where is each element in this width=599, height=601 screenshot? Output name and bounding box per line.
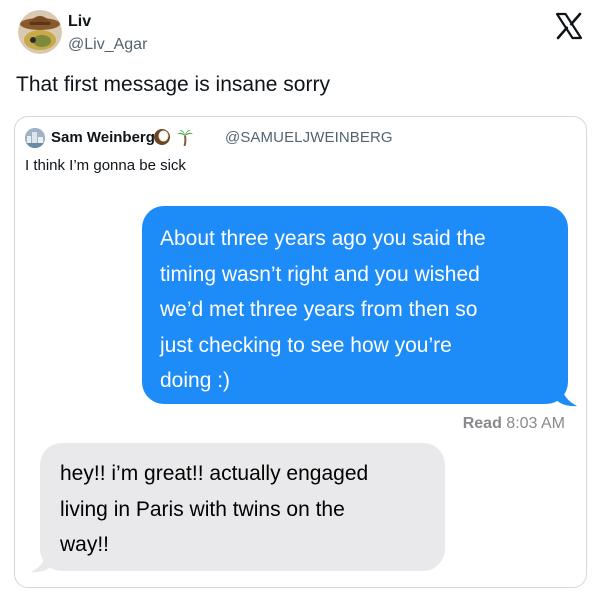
message-line: just checking to see how you’re	[160, 333, 452, 357]
sent-bubble-tail	[555, 385, 577, 407]
message-line: doing :)	[160, 369, 231, 392]
coconut-icon	[153, 128, 171, 146]
message-line: About three years ago you said the	[160, 227, 486, 250]
quoted-author-handle[interactable]: @SAMUELJWEINBERG	[225, 129, 393, 146]
quoted-author-name[interactable]: Sam Weinberg	[51, 129, 155, 146]
post-header: Liv @Liv_Agar	[14, 6, 585, 60]
read-label: Read	[462, 415, 502, 432]
palm-tree-icon	[176, 128, 194, 147]
received-message-bubble: hey!! i’m great!! actually engaged livin…	[40, 443, 445, 571]
read-time: 8:03 AM	[506, 415, 565, 432]
received-bubble-tail	[31, 551, 53, 573]
avatar[interactable]	[18, 10, 62, 54]
author-name[interactable]: Liv	[68, 13, 91, 31]
x-logo-icon[interactable]	[555, 12, 583, 40]
message-line: timing wasn’t right and you wished	[160, 262, 480, 286]
read-receipt: Read 8:03 AM	[463, 415, 565, 433]
message-line: we’d met three years from then so	[160, 298, 478, 321]
city-avatar-icon	[25, 128, 45, 148]
post-text: That first message is insane sorry	[16, 73, 330, 96]
message-line: way!!	[60, 533, 110, 556]
message-line: living in Paris with twins on the	[60, 497, 345, 521]
quoted-post-card[interactable]: Sam Weinberg @SAMUELJWEINBERG I think I’…	[14, 116, 587, 588]
quoted-avatar[interactable]	[25, 128, 45, 148]
quoted-post-text: I think I’m gonna be sick	[25, 157, 186, 174]
post-screenshot: Liv @Liv_Agar That first message is insa…	[0, 0, 599, 601]
message-line: hey!! i’m great!! actually engaged	[60, 462, 369, 485]
sent-message-bubble: About three years ago you said the timin…	[142, 206, 568, 404]
cowboy-hat-avatar-icon	[18, 10, 62, 54]
author-handle[interactable]: @Liv_Agar	[68, 36, 147, 54]
